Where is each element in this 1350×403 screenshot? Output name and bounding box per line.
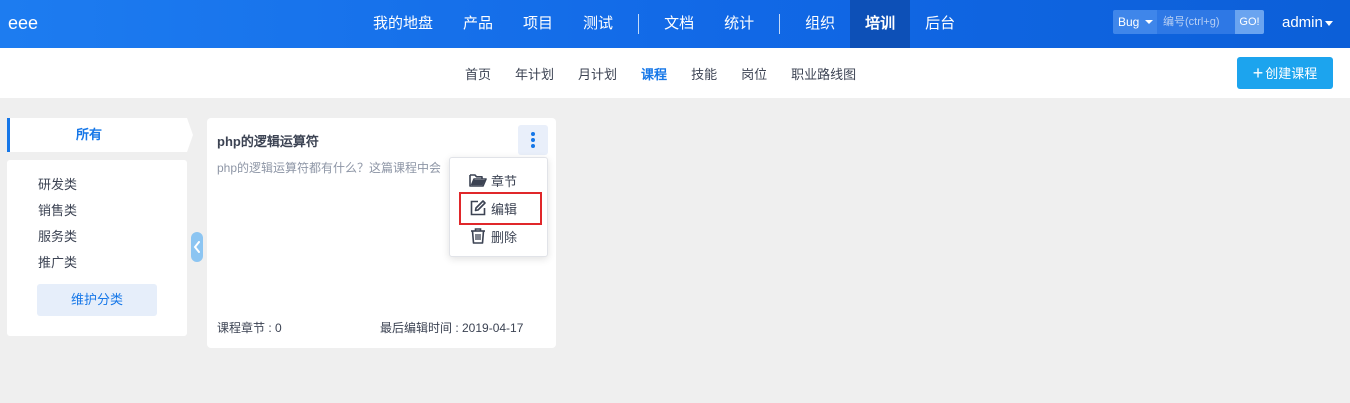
subnav-item-annual-plan[interactable]: 年计划 (503, 64, 566, 83)
caret-down-icon (1324, 20, 1333, 26)
menu-item-delete[interactable]: 删除 (469, 225, 545, 247)
sub-nav: 首页 年计划 月计划 课程 技能 岗位 职业路线图 (453, 48, 868, 98)
category-all-tab[interactable]: 所有 (7, 118, 193, 152)
user-name: admin (1282, 14, 1323, 31)
subnav-item-career-path[interactable]: 职业路线图 (779, 64, 868, 83)
nav-item-my-dashboard[interactable]: 我的地盘 (358, 0, 448, 48)
nav-item-org[interactable]: 组织 (790, 0, 850, 48)
app-logo[interactable]: eee (8, 13, 38, 34)
collapse-sidebar-handle[interactable] (191, 232, 203, 262)
course-description: php的逻辑运算符都有什么？这篇课程中会 (217, 161, 442, 175)
nav-item-product[interactable]: 产品 (448, 0, 508, 48)
search-type-label: Bug (1118, 15, 1140, 29)
manage-categories-button[interactable]: 维护分类 (37, 284, 157, 316)
more-vertical-icon-dot (531, 138, 535, 142)
category-item-sales[interactable]: 销售类 (38, 199, 77, 225)
search-input[interactable] (1157, 10, 1235, 34)
category-panel: 研发类 销售类 服务类 推广类 维护分类 (7, 160, 187, 336)
main-nav: 我的地盘 产品 项目 测试 文档 统计 组织 培训 后台 (358, 0, 970, 48)
subnav-item-home[interactable]: 首页 (453, 64, 503, 83)
trash-icon (469, 227, 487, 245)
top-navbar: eee 我的地盘 产品 项目 测试 文档 统计 组织 培训 后台 Bug GO!… (0, 0, 1350, 48)
more-vertical-icon-dot (531, 144, 535, 148)
more-vertical-icon (531, 132, 535, 136)
more-actions-button[interactable] (518, 125, 548, 155)
search-go-button[interactable]: GO! (1235, 10, 1264, 34)
highlight-box (459, 192, 542, 225)
category-item-rd[interactable]: 研发类 (38, 173, 77, 199)
subnav-item-courses[interactable]: 课程 (629, 64, 679, 83)
subnav-item-skills[interactable]: 技能 (679, 64, 729, 83)
nav-item-stats[interactable]: 统计 (709, 0, 769, 48)
chevron-left-icon (193, 241, 200, 253)
subnav-item-positions[interactable]: 岗位 (729, 64, 779, 83)
plus-icon: + (1252, 63, 1264, 83)
create-course-label: 创建课程 (1265, 66, 1318, 81)
quick-search: Bug GO! (1113, 10, 1264, 34)
category-item-promotion[interactable]: 推广类 (38, 251, 77, 277)
subnav-item-monthly-plan[interactable]: 月计划 (566, 64, 629, 83)
category-list: 研发类 销售类 服务类 推广类 (38, 173, 77, 277)
course-chapter-count: 课程章节 : 0 (217, 321, 282, 335)
caret-down-icon (1145, 20, 1153, 24)
nav-divider (638, 14, 640, 34)
sub-navbar: 首页 年计划 月计划 课程 技能 岗位 职业路线图 + 创建课程 (0, 48, 1350, 98)
nav-divider (779, 14, 781, 34)
category-all-label: 所有 (75, 127, 102, 142)
menu-item-chapters[interactable]: 章节 (469, 169, 545, 191)
create-course-button[interactable]: + 创建课程 (1237, 57, 1333, 89)
course-last-edited: 最后编辑时间 : 2019-04-17 (380, 321, 524, 335)
menu-item-chapters-label: 章节 (491, 173, 518, 189)
menu-item-delete-label: 删除 (491, 229, 518, 245)
nav-item-docs[interactable]: 文档 (649, 0, 709, 48)
nav-item-admin[interactable]: 后台 (910, 0, 970, 48)
search-type-select[interactable]: Bug (1113, 10, 1157, 34)
category-item-service[interactable]: 服务类 (38, 225, 77, 251)
nav-item-test[interactable]: 测试 (568, 0, 628, 48)
folder-open-icon (469, 171, 487, 189)
nav-item-project[interactable]: 项目 (508, 0, 568, 48)
course-title[interactable]: php的逻辑运算符 (217, 131, 319, 150)
user-menu[interactable]: admin (1282, 14, 1333, 31)
nav-item-training[interactable]: 培训 (850, 0, 911, 48)
